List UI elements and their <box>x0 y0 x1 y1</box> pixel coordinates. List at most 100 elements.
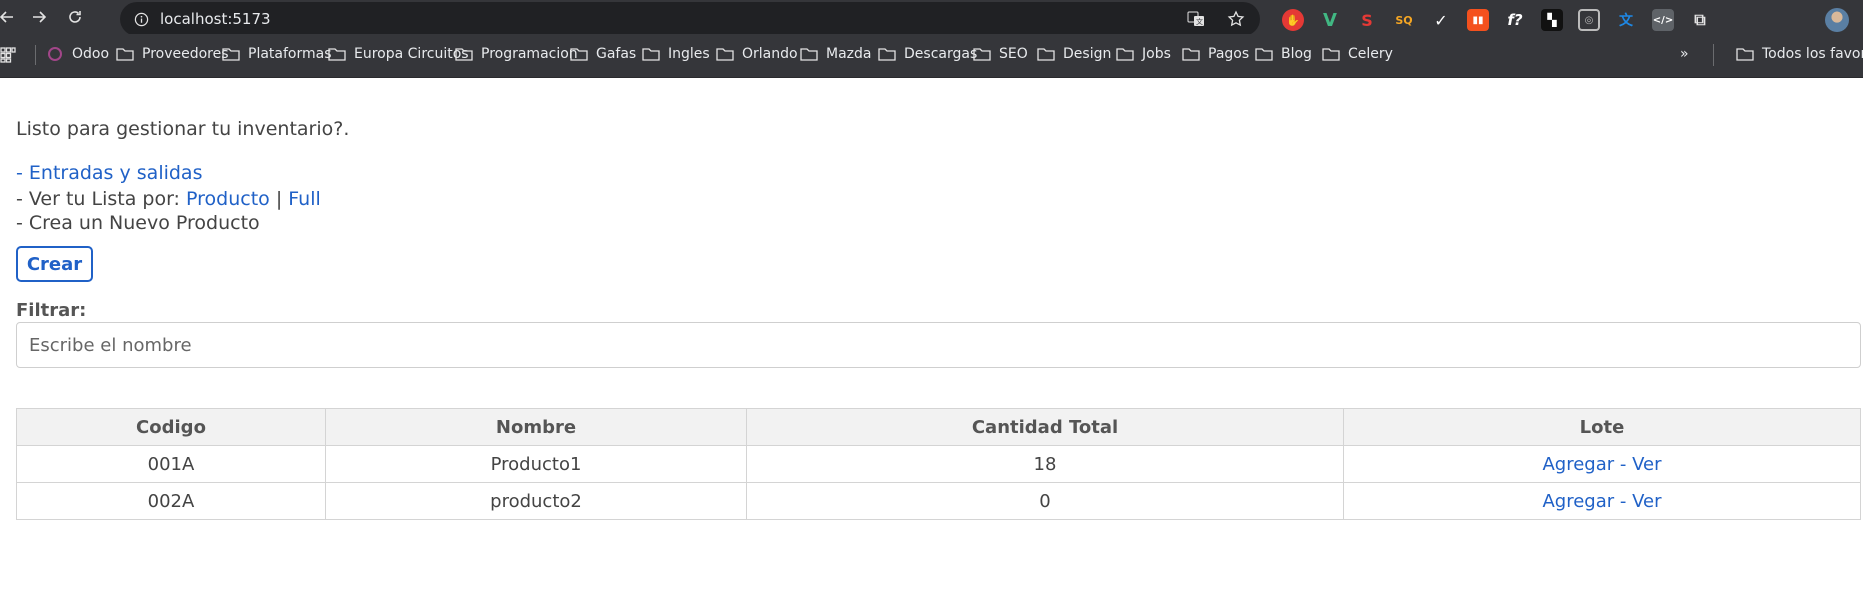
bookmark-seo[interactable]: SEO <box>973 46 1028 62</box>
lote-separator: - <box>1619 453 1627 475</box>
folder-icon <box>1037 48 1055 61</box>
folder-icon <box>716 48 734 61</box>
folder-icon <box>1116 48 1134 61</box>
folder-icon <box>328 48 346 61</box>
bookmark-label: Blog <box>1281 46 1312 62</box>
inventory-table: Codigo Nombre Cantidad Total Lote 001A P… <box>16 408 1861 520</box>
forward-button[interactable] <box>24 2 54 32</box>
bookmark-jobs[interactable]: Jobs <box>1116 46 1171 62</box>
svg-text:文: 文 <box>1196 17 1203 26</box>
header-nombre: Nombre <box>325 408 747 446</box>
entradas-line: - Entradas y salidas <box>16 162 202 184</box>
code-extension-icon[interactable]: </> <box>1652 9 1674 31</box>
bookmark-label: Programacion <box>481 46 578 62</box>
fonts-extension-icon[interactable]: f? <box>1504 9 1526 31</box>
producto-link[interactable]: Producto <box>186 188 270 210</box>
crea-nuevo-text: - Crea un Nuevo Producto <box>16 212 260 234</box>
bookmark-descargas[interactable]: Descargas <box>878 46 977 62</box>
folder-icon <box>1182 48 1200 61</box>
header-lote: Lote <box>1343 408 1861 446</box>
back-button[interactable] <box>0 2 22 32</box>
bookmark-label: Ingles <box>668 46 710 62</box>
folder-icon <box>642 48 660 61</box>
bookmark-proveedores[interactable]: Proveedores <box>116 46 229 62</box>
lote-separator: - <box>1619 490 1627 512</box>
cell-nombre: Producto1 <box>325 445 747 483</box>
cell-codigo: 001A <box>16 445 326 483</box>
agregar-link[interactable]: Agregar <box>1542 454 1614 475</box>
bookmark-label: Pagos <box>1208 46 1250 62</box>
url-text: localhost:5173 <box>160 10 271 28</box>
entradas-salidas-link[interactable]: - Entradas y salidas <box>16 162 202 184</box>
bookmark-plataformas[interactable]: Plataformas <box>222 46 332 62</box>
table-row: 001A Producto1 18 Agregar - Ver <box>16 445 1861 483</box>
folder-icon <box>800 48 818 61</box>
ver-link[interactable]: Ver <box>1632 454 1661 475</box>
folder-icon <box>570 48 588 61</box>
all-bookmarks-folder[interactable]: Todos los favori <box>1736 46 1863 62</box>
table-row: 002A producto2 0 Agregar - Ver <box>16 482 1861 520</box>
bookmark-europa-circuitos[interactable]: Europa Circuitos <box>328 46 469 62</box>
bookmarks-bar: Odoo Proveedores Plataformas Europa Circuit… <box>0 34 1863 78</box>
adblock-extension-icon[interactable]: ✋ <box>1282 9 1304 31</box>
bookmark-programacion[interactable]: Programacion <box>455 46 578 62</box>
analytics-extension-icon[interactable]: ▮▮ <box>1467 9 1489 31</box>
folder-icon <box>116 48 134 61</box>
bookmark-gafas[interactable]: Gafas <box>570 46 636 62</box>
puzzle-extensions-icon[interactable]: ⧉ <box>1689 9 1711 31</box>
bookmark-blog[interactable]: Blog <box>1255 46 1312 62</box>
bookmark-orlando[interactable]: Orlando <box>716 46 798 62</box>
header-cantidad-total: Cantidad Total <box>746 408 1344 446</box>
bookmark-pagos[interactable]: Pagos <box>1182 46 1249 62</box>
screenshot-extension-icon[interactable]: ◎ <box>1578 9 1600 31</box>
bookmark-label: Gafas <box>596 46 637 62</box>
bookmarks-divider-right <box>1713 44 1714 66</box>
bookmark-celery[interactable]: Celery <box>1322 46 1393 62</box>
crear-button[interactable]: Crear <box>16 246 93 282</box>
cell-nombre: producto2 <box>325 482 747 520</box>
bookmark-label: Plataformas <box>248 46 332 62</box>
bookmark-star-icon[interactable] <box>1226 9 1246 29</box>
bookmarks-divider <box>35 45 36 65</box>
bookmark-odoo[interactable]: Odoo <box>46 46 109 62</box>
agregar-link[interactable]: Agregar <box>1542 491 1614 512</box>
chevron-double-right-icon: » <box>1680 46 1689 62</box>
cell-cantidad: 18 <box>746 445 1344 483</box>
reload-button[interactable] <box>60 2 90 32</box>
address-bar[interactable]: localhost:5173 文 <box>120 2 1260 36</box>
vue-devtools-extension-icon[interactable]: V <box>1319 9 1341 31</box>
translate-extension-icon[interactable]: 文 <box>1615 9 1637 31</box>
header-codigo: Codigo <box>16 408 326 446</box>
ver-link[interactable]: Ver <box>1632 491 1661 512</box>
arrow-left-icon <box>0 11 13 23</box>
seoquake-extension-icon[interactable]: SQ <box>1393 9 1415 31</box>
filter-label: Filtrar: <box>16 300 87 321</box>
apps-grid-icon[interactable] <box>0 47 16 63</box>
bookmark-label: Orlando <box>742 46 798 62</box>
profile-avatar[interactable] <box>1825 8 1849 32</box>
bookmark-label: Descargas <box>904 46 978 62</box>
browser-toolbar: localhost:5173 文 ✋ V S SQ ✓ ▮▮ f? ▚ ◎ 文 … <box>0 0 1863 36</box>
filter-name-input[interactable] <box>16 322 1861 368</box>
cell-lote: Agregar - Ver <box>1343 482 1861 520</box>
translate-icon[interactable]: 文 <box>1186 9 1206 29</box>
bookmark-label: Celery <box>1348 46 1393 62</box>
welcome-text: Listo para gestionar tu inventario?. <box>16 118 350 140</box>
bookmark-design[interactable]: Design <box>1037 46 1111 62</box>
app-page: Listo para gestionar tu inventario?. - E… <box>0 78 1863 609</box>
bookmark-ingles[interactable]: Ingles <box>642 46 710 62</box>
folder-icon <box>1322 48 1340 61</box>
bookmark-label: SEO <box>999 46 1028 62</box>
bookmark-mazda[interactable]: Mazda <box>800 46 871 62</box>
seo-extension-icon[interactable]: S <box>1356 9 1378 31</box>
site-info-icon[interactable] <box>132 10 150 28</box>
folder-icon <box>973 48 991 61</box>
dark-extension-icon[interactable]: ▚ <box>1541 9 1563 31</box>
bookmarks-overflow-button[interactable]: » <box>1680 46 1689 62</box>
folder-icon <box>455 48 473 61</box>
checklist-extension-icon[interactable]: ✓ <box>1430 9 1452 31</box>
cell-lote: Agregar - Ver <box>1343 445 1861 483</box>
bookmark-label: Proveedores <box>142 46 229 62</box>
full-link[interactable]: Full <box>288 188 321 210</box>
folder-icon <box>1255 48 1273 61</box>
